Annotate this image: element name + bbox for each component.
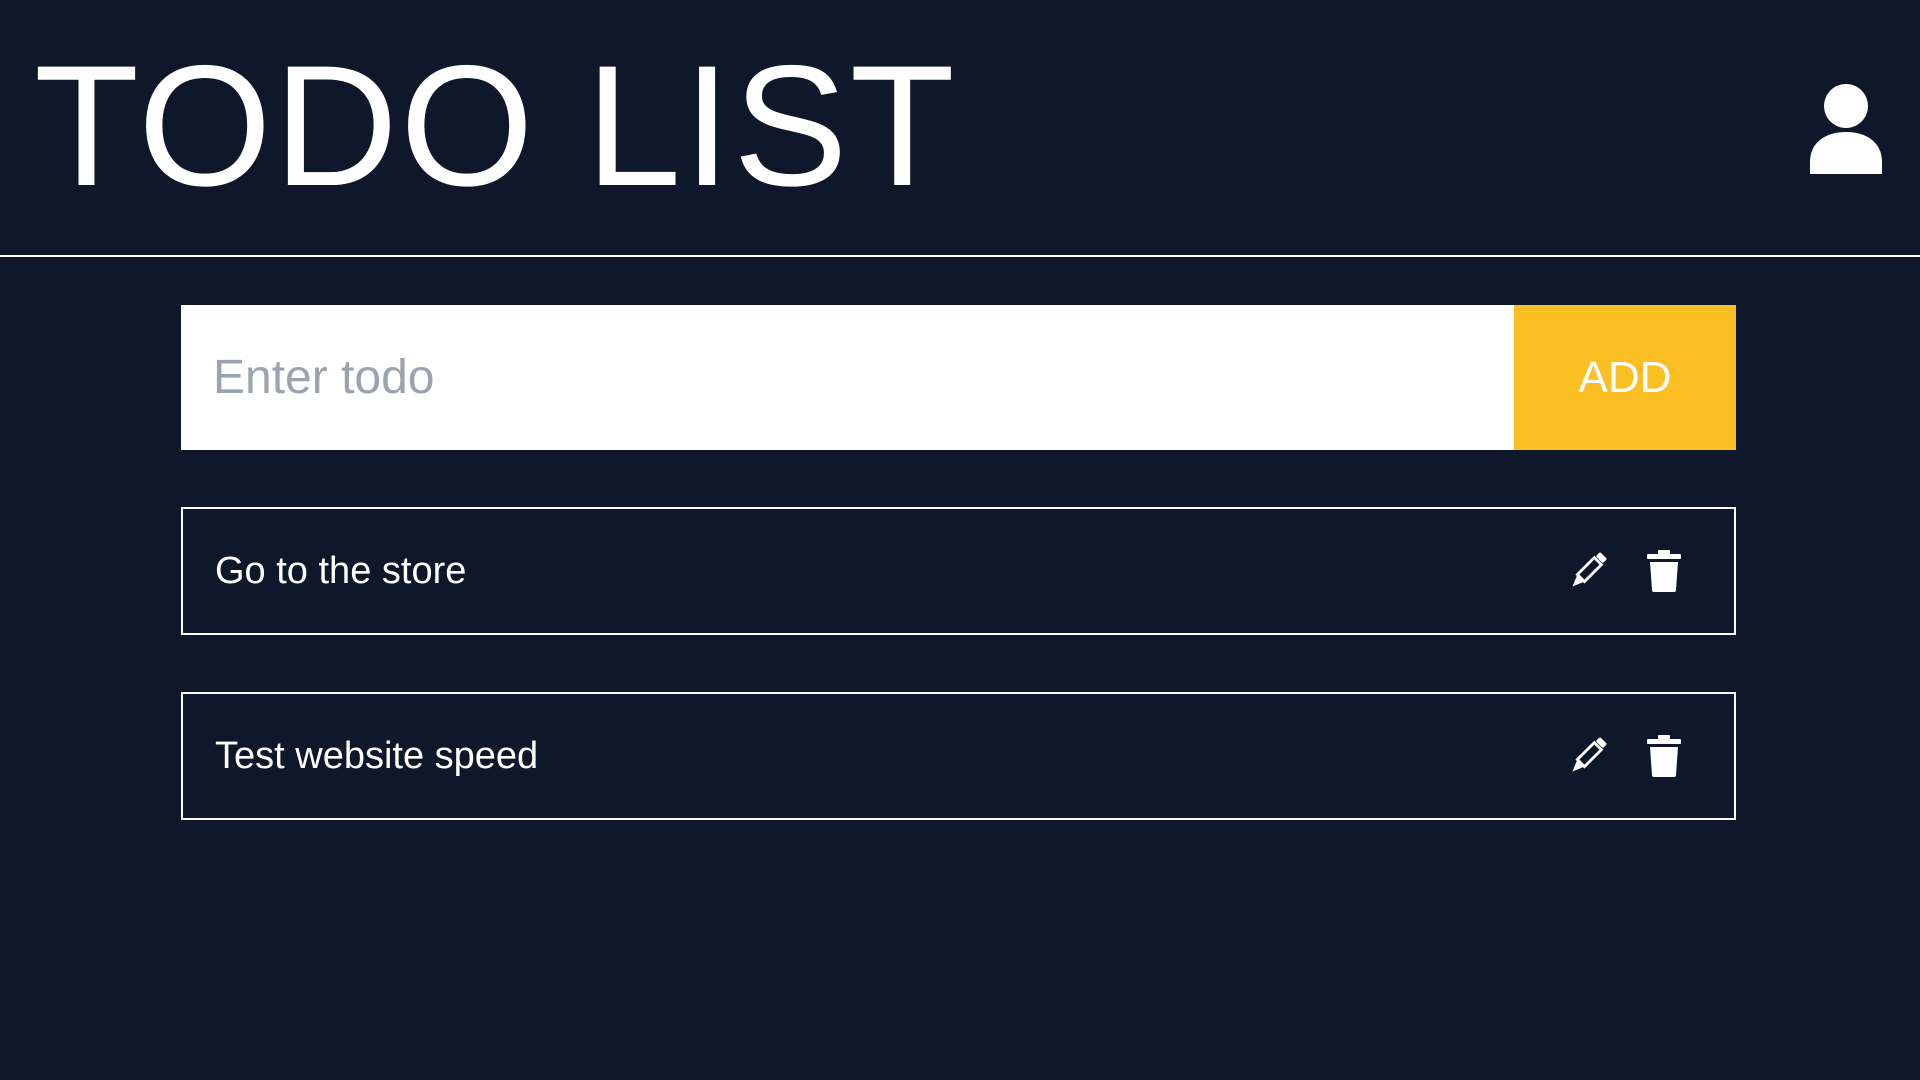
trash-icon[interactable] [1644, 734, 1684, 778]
todo-item: Test website speed [181, 692, 1736, 820]
pencil-icon[interactable] [1568, 734, 1608, 778]
page-title: TODO LIST [34, 30, 957, 222]
header: TODO LIST [0, 0, 1920, 257]
todo-item: Go to the store [181, 507, 1736, 635]
todo-list: Go to the store Test website speed [181, 507, 1736, 877]
todo-input[interactable] [181, 305, 1514, 450]
add-button[interactable]: ADD [1514, 305, 1736, 450]
todo-actions [1568, 734, 1684, 778]
todo-text: Go to the store [215, 549, 467, 592]
todo-actions [1568, 549, 1684, 593]
trash-icon[interactable] [1644, 549, 1684, 593]
add-todo-form: ADD [181, 305, 1736, 450]
user-icon[interactable] [1808, 82, 1884, 174]
todo-text: Test website speed [215, 734, 539, 777]
todo-app: TODO LIST ADD Go to the store [0, 0, 1920, 1080]
pencil-icon[interactable] [1568, 549, 1608, 593]
